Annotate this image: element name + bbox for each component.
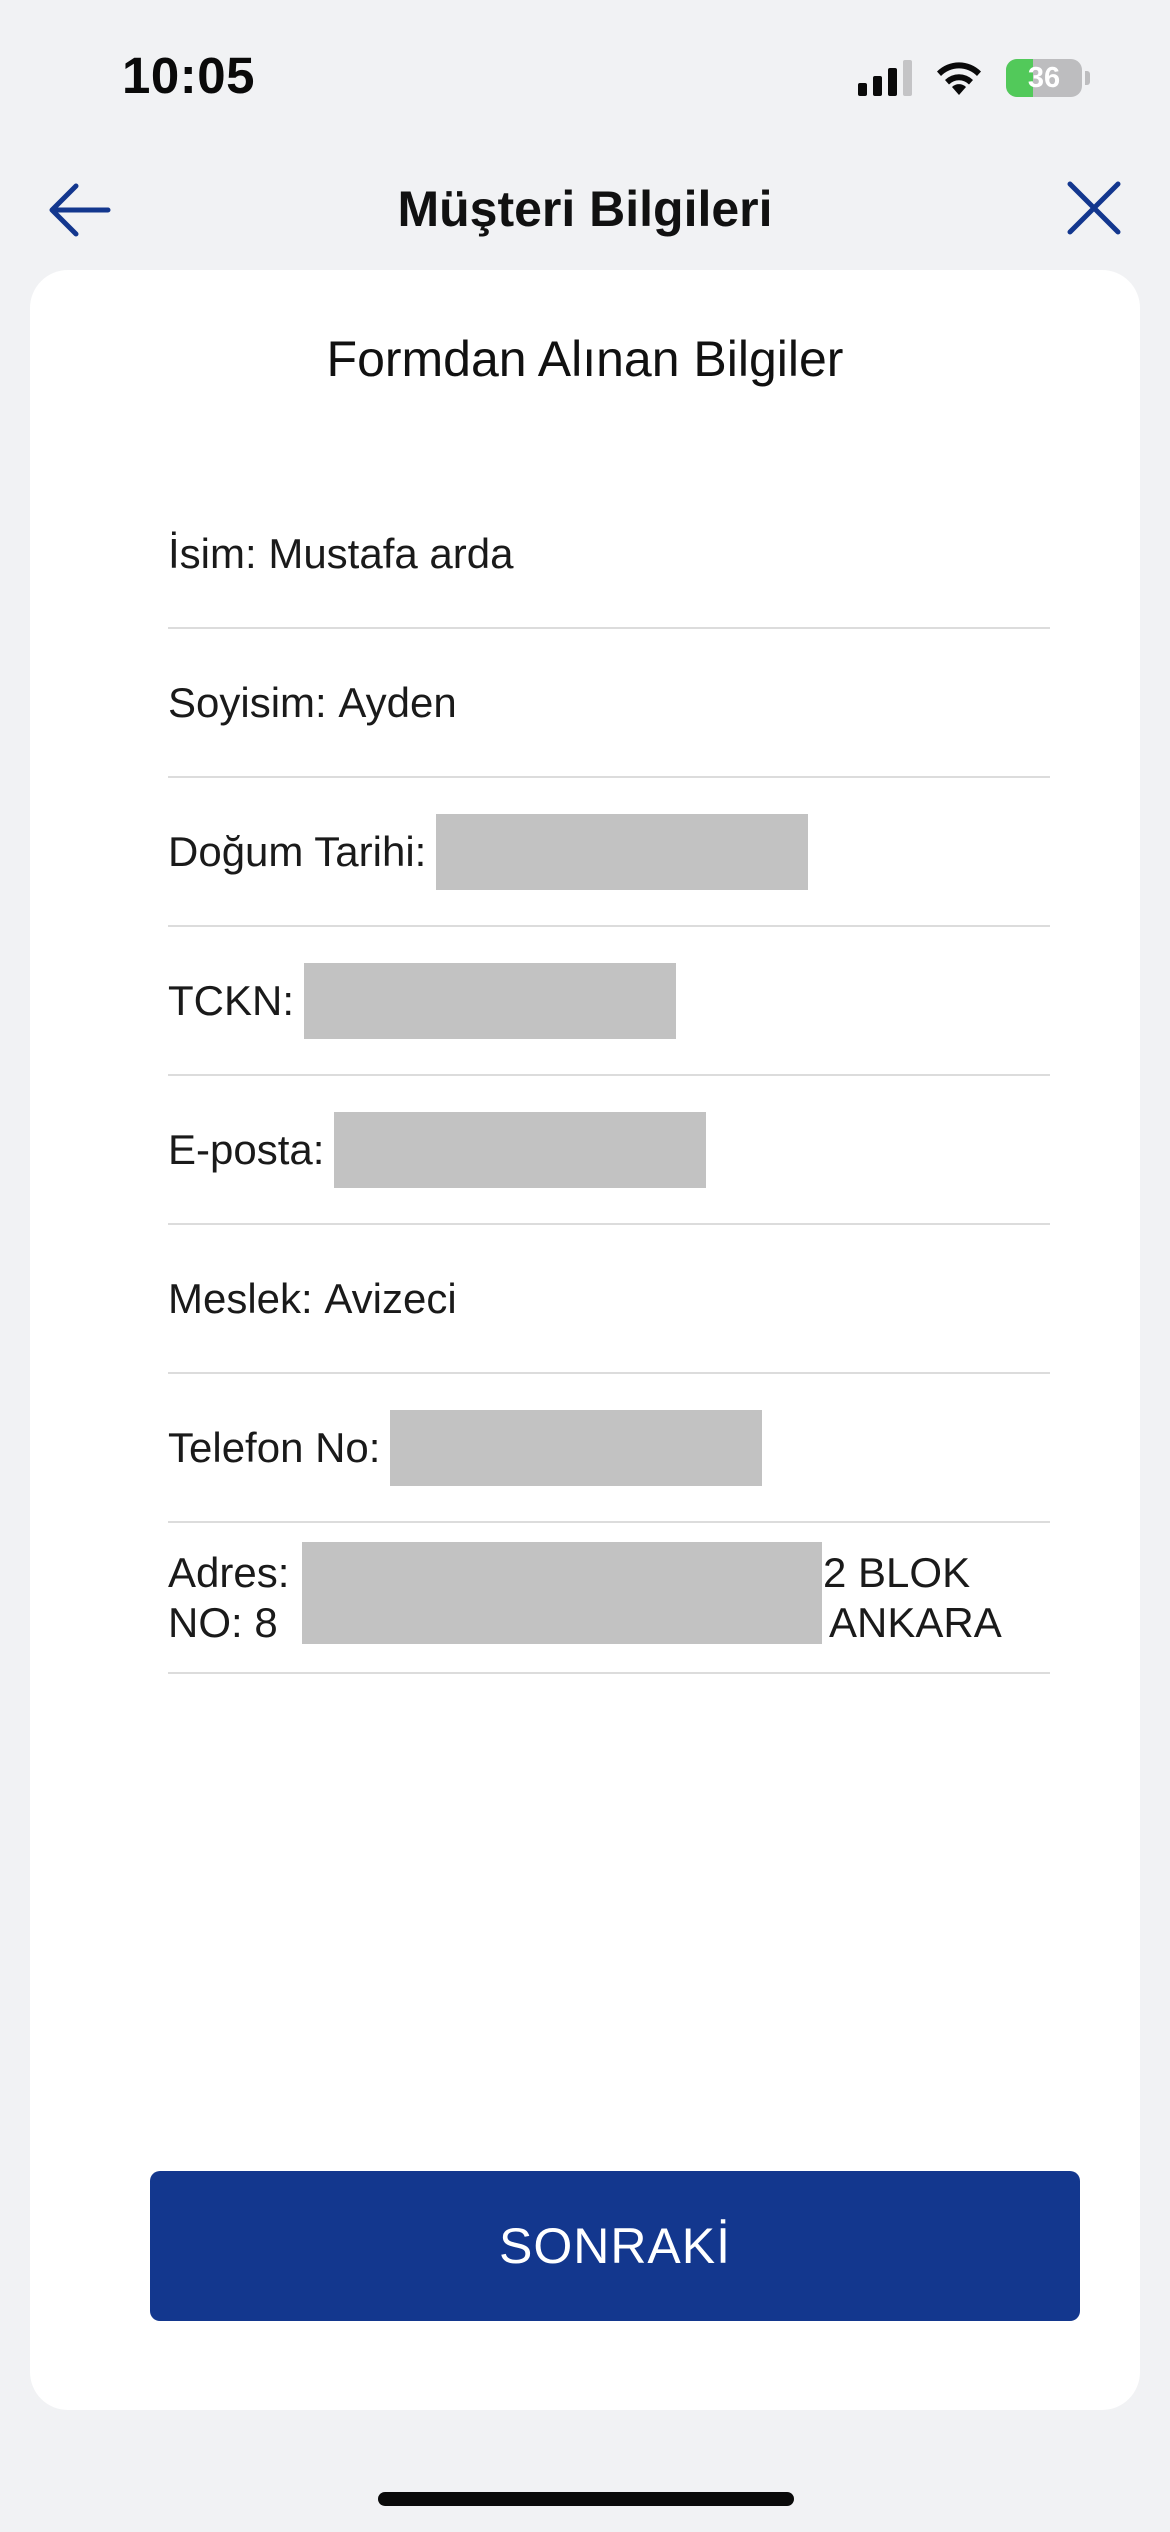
close-button[interactable]	[1062, 176, 1126, 240]
info-row-phone: Telefon No:	[168, 1374, 1050, 1523]
page-title: Müşteri Bilgileri	[397, 181, 773, 237]
info-row-occupation: Meslek: Avizeci	[168, 1225, 1050, 1374]
tckn-redacted	[304, 962, 676, 1039]
name-label: İsim:	[168, 529, 269, 577]
phone-redacted	[390, 1409, 763, 1486]
surname-value: Ayden	[338, 678, 457, 726]
address-line2-end: ANKARA	[829, 1598, 1002, 1646]
address-text: Adres: 2 BLOK NO: 8 ANKARA	[168, 1541, 1050, 1648]
info-row-surname: Soyisim: Ayden	[168, 629, 1050, 778]
card-title: Formdan Alınan Bilgiler	[326, 331, 844, 387]
birth-date-redacted	[436, 813, 809, 890]
status-icons: 36	[858, 56, 1090, 100]
info-row-email: E-posta:	[168, 1076, 1050, 1225]
occupation-value: Avizeci	[324, 1274, 457, 1322]
surname-label: Soyisim:	[168, 678, 339, 726]
nav-header: Müşteri Bilgileri	[0, 160, 1170, 260]
close-icon	[1067, 181, 1121, 235]
wifi-icon	[937, 62, 981, 95]
cellular-signal-icon	[858, 60, 912, 96]
next-button[interactable]: SONRAKİ	[150, 2171, 1080, 2321]
info-row-tckn: TCKN:	[168, 927, 1050, 1076]
info-list: İsim: Mustafa arda Soyisim: Ayden Doğum …	[168, 480, 1050, 1674]
home-indicator[interactable]	[378, 2492, 794, 2506]
status-bar: 10:05 36	[0, 0, 1170, 150]
address-redacted	[302, 1541, 822, 1644]
info-row-birth-date: Doğum Tarihi:	[168, 778, 1050, 927]
address-line1-end: 2 BLOK	[823, 1548, 971, 1596]
email-redacted	[334, 1111, 707, 1188]
customer-info-card: Formdan Alınan Bilgiler İsim: Mustafa ar…	[30, 270, 1140, 2410]
email-label: E-posta:	[168, 1125, 325, 1173]
name-value: Mustafa arda	[268, 529, 514, 577]
birth-date-label: Doğum Tarihi:	[168, 827, 427, 875]
status-time: 10:05	[122, 47, 255, 104]
info-row-name: İsim: Mustafa arda	[168, 480, 1050, 629]
tckn-label: TCKN:	[168, 976, 294, 1024]
occupation-label: Meslek:	[168, 1274, 325, 1322]
battery-icon: 36	[1006, 59, 1082, 97]
battery-level: 36	[1027, 61, 1061, 94]
phone-label: Telefon No:	[168, 1423, 381, 1471]
info-row-address: Adres: 2 BLOK NO: 8 ANKARA	[168, 1523, 1050, 1674]
